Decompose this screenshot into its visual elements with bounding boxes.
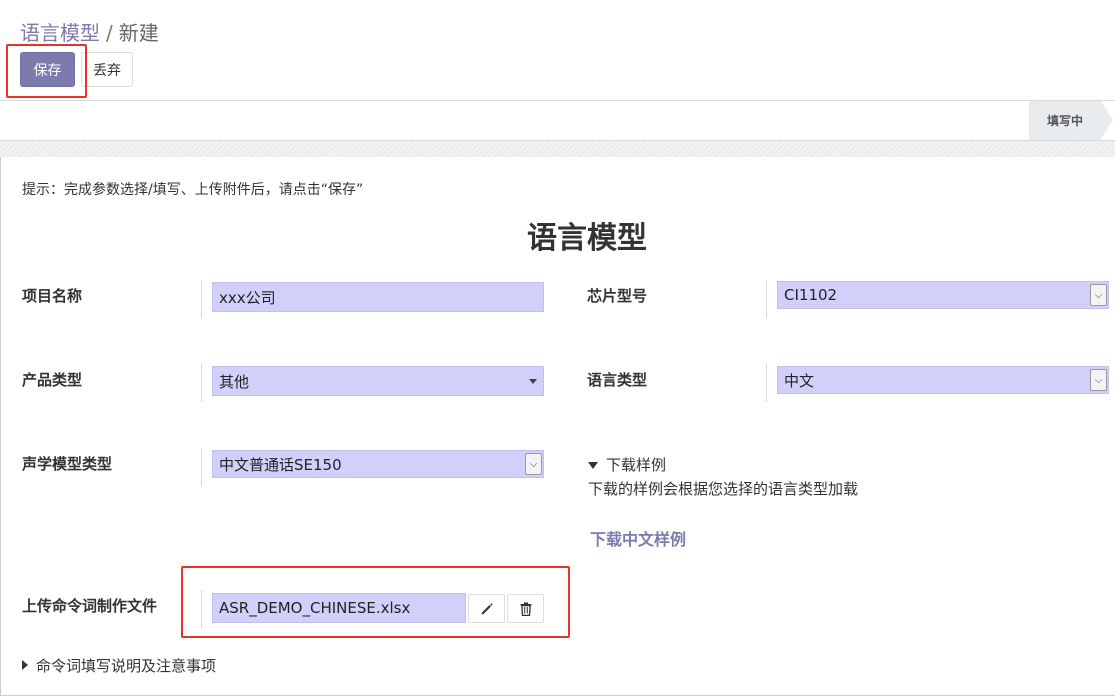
language-type-value: 中文 — [784, 371, 815, 390]
upload-label: 上传命令词制作文件 — [22, 597, 158, 615]
chip-model-label: 芯片型号 — [587, 287, 648, 305]
notes-toggle-label: 命令词填写说明及注意事项 — [36, 657, 217, 675]
field-divider — [201, 590, 202, 628]
project-name-input[interactable]: xxx公司 — [212, 282, 544, 312]
status-stage-filling[interactable]: 填写中 — [1029, 101, 1113, 140]
chevron-down-icon: ⌵ — [1090, 284, 1107, 306]
acoustic-model-label: 声学模型类型 — [22, 455, 113, 473]
download-sample-link[interactable]: 下载中文样例 — [590, 526, 686, 550]
breadcrumb-separator: / — [106, 21, 113, 45]
project-name-label: 项目名称 — [22, 287, 83, 305]
field-divider — [201, 364, 202, 402]
triangle-right-icon — [22, 660, 28, 670]
acoustic-model-select[interactable]: 中文普通话SE150 ⌵ — [212, 450, 544, 478]
breadcrumb: 语言模型 / 新建 — [20, 17, 159, 46]
triangle-down-icon — [588, 462, 598, 469]
control-panel: 语言模型 / 新建 保存 丢弃 — [0, 0, 1115, 101]
product-type-select[interactable]: 其他 — [212, 366, 544, 396]
sample-description: 下载的样例会根据您选择的语言类型加载 — [588, 480, 859, 498]
acoustic-model-value: 中文普通话SE150 — [219, 455, 342, 474]
trash-icon — [520, 602, 531, 616]
field-divider — [766, 280, 767, 318]
sample-toggle-label: 下载样例 — [606, 456, 667, 474]
upload-filename-field[interactable]: ASR_DEMO_CHINESE.xlsx — [212, 593, 466, 623]
field-divider — [766, 364, 767, 402]
form-title: 语言模型 — [527, 221, 647, 256]
chevron-down-icon: ⌵ — [525, 453, 542, 475]
pencil-icon — [481, 602, 493, 614]
discard-button[interactable]: 丢弃 — [81, 52, 133, 87]
sheet-background-stripe — [0, 141, 1115, 157]
field-divider — [201, 280, 202, 318]
statusbar: 填写中 — [0, 101, 1115, 141]
chip-model-value: CI1102 — [784, 286, 838, 304]
product-type-label: 产品类型 — [22, 371, 83, 389]
form-hint: 提示：完成参数选择/填写、上传附件后，请点击“保存” — [22, 182, 364, 198]
language-type-select[interactable]: 中文 ⌵ — [777, 366, 1109, 394]
edit-file-button[interactable] — [468, 594, 505, 623]
upload-filename: ASR_DEMO_CHINESE.xlsx — [219, 599, 411, 617]
breadcrumb-current: 新建 — [118, 21, 159, 45]
form-sheet: 提示：完成参数选择/填写、上传附件后，请点击“保存” 语言模型 项目名称 xxx… — [0, 157, 1115, 696]
save-button[interactable]: 保存 — [20, 52, 75, 87]
chip-model-select[interactable]: CI1102 ⌵ — [777, 281, 1109, 309]
delete-file-button[interactable] — [507, 594, 544, 623]
language-type-label: 语言类型 — [587, 371, 648, 389]
product-type-value: 其他 — [219, 372, 250, 391]
caret-down-icon — [529, 379, 537, 384]
sample-toggle[interactable]: 下载样例 — [588, 454, 666, 475]
breadcrumb-parent-link[interactable]: 语言模型 — [20, 21, 100, 45]
chevron-down-icon: ⌵ — [1090, 369, 1107, 391]
project-name-value: xxx公司 — [219, 288, 276, 307]
field-divider — [201, 448, 202, 486]
notes-toggle[interactable]: 命令词填写说明及注意事项 — [22, 655, 216, 676]
